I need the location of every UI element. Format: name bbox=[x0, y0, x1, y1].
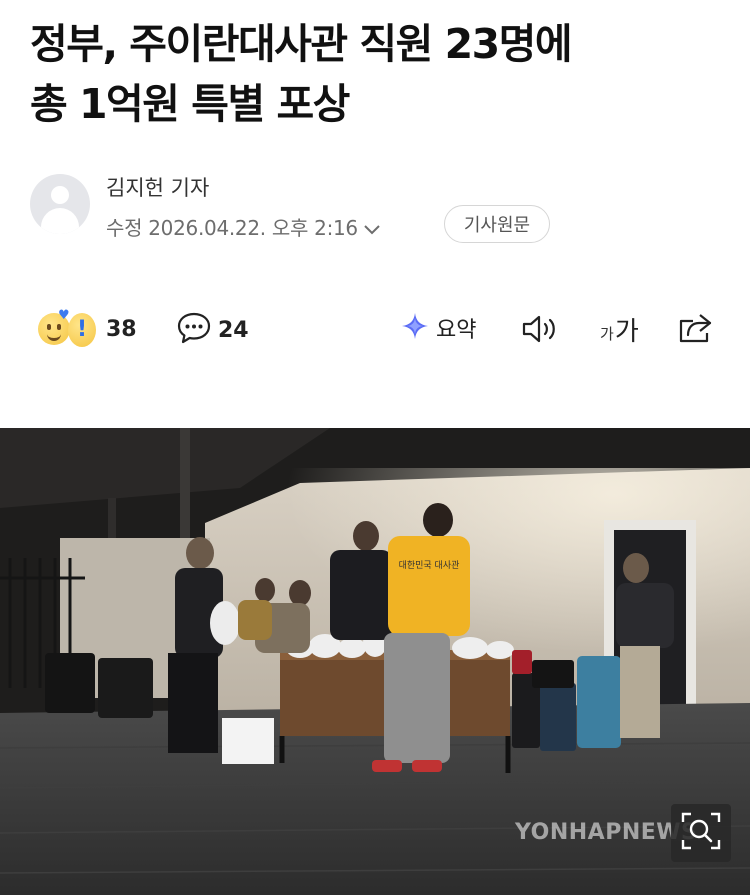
article-photo[interactable]: 대한민국 대사관 YONHAPNEWS bbox=[0, 428, 750, 895]
share-icon bbox=[677, 311, 715, 349]
photo-zoom-button[interactable] bbox=[671, 804, 731, 862]
action-bar: ♥ ! 38 24 요약 가가 bbox=[0, 305, 750, 355]
date-text: 수정 2026.04.22. 오후 2:16 bbox=[106, 216, 358, 240]
original-article-button[interactable]: 기사원문 bbox=[444, 205, 550, 243]
font-size-button[interactable]: 가가 bbox=[600, 311, 639, 348]
vest-text: 대한민국 대사관 bbox=[399, 560, 460, 571]
article-headline: 정부, 주이란대사관 직원 23명에 총 1억원 특별 포상 bbox=[30, 14, 730, 134]
comment-icon bbox=[176, 311, 212, 349]
ai-summary-icon bbox=[400, 311, 430, 345]
speaker-icon bbox=[520, 313, 560, 349]
chevron-down-icon bbox=[362, 218, 382, 242]
share-button[interactable] bbox=[677, 311, 715, 349]
avatar[interactable] bbox=[30, 174, 90, 234]
comment-button[interactable]: 24 bbox=[176, 311, 249, 349]
font-big-glyph: 가 bbox=[614, 317, 639, 347]
listen-button[interactable] bbox=[520, 313, 560, 349]
summary-button[interactable]: 요약 bbox=[400, 311, 476, 345]
font-small-glyph: 가 bbox=[600, 325, 614, 343]
summary-label: 요약 bbox=[436, 318, 477, 343]
zoom-icon bbox=[679, 810, 723, 856]
headline-line-1: 정부, 주이란대사관 직원 23명에 bbox=[30, 20, 573, 68]
author-name[interactable]: 김지헌 기자 bbox=[106, 172, 209, 202]
date-line[interactable]: 수정 2026.04.22. 오후 2:16 bbox=[106, 212, 382, 242]
reaction-emoji-icon: ♥ ! bbox=[34, 309, 104, 349]
reaction-button[interactable]: ♥ ! 38 bbox=[34, 309, 137, 349]
comment-count: 24 bbox=[218, 317, 249, 343]
reaction-count: 38 bbox=[106, 316, 137, 342]
headline-line-2: 총 1억원 특별 포상 bbox=[30, 80, 350, 128]
